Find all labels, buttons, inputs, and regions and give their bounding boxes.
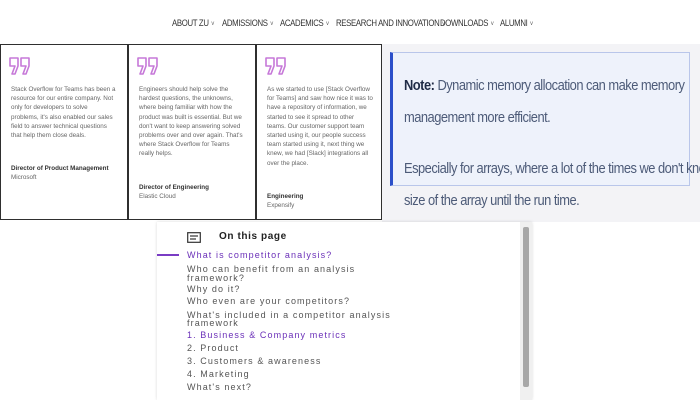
chevron-down-icon: ˅ xyxy=(325,21,329,28)
toc-item[interactable]: What is competitor analysis? xyxy=(187,251,332,260)
note-line: size of the array until the run time. xyxy=(404,192,580,209)
testimonial-card: Engineers should help solve the hardest q… xyxy=(128,44,256,220)
note-line: Especially for arrays, where a lot of th… xyxy=(404,160,700,177)
chevron-down-icon: ˅ xyxy=(211,21,215,28)
nav-item-about[interactable]: ABOUT ZU ˅ xyxy=(172,18,214,29)
chevron-down-icon: ˅ xyxy=(490,21,494,28)
testimonial-quote: Engineers should help solve the hardest q… xyxy=(139,86,243,158)
note-line: Note: Dynamic memory allocation can make… xyxy=(404,77,685,94)
testimonial-role: Engineering xyxy=(267,193,304,200)
nav-item-label: ACADEMICS xyxy=(280,18,324,29)
nav-item-research[interactable]: RESEARCH AND INNOVATION ˅ xyxy=(336,18,445,29)
quote-icon xyxy=(9,57,30,75)
nav-item-label: ALUMNI xyxy=(500,18,528,29)
testimonial-quote: Stack Overflow for Teams has been a resou… xyxy=(11,86,116,140)
quote-icon xyxy=(137,57,158,75)
testimonial-quote: As we started to use [Stack Overflow for … xyxy=(267,86,373,167)
chevron-down-icon: ˅ xyxy=(270,21,274,28)
toc-item[interactable]: 4. Marketing xyxy=(187,370,250,379)
testimonial-company: Elastic Cloud xyxy=(139,193,176,200)
note-line: management more efficient. xyxy=(404,109,551,126)
testimonial-role: Director of Engineering xyxy=(139,184,209,191)
quote-icon xyxy=(265,57,286,75)
nav-item-label: ADMISSIONS xyxy=(222,18,268,29)
toc-item[interactable]: framework xyxy=(187,319,239,328)
toc-item[interactable]: Who even are your competitors? xyxy=(187,297,350,306)
testimonial-card: As we started to use [Stack Overflow for … xyxy=(256,44,382,220)
toc-item[interactable]: Why do it? xyxy=(187,285,241,294)
list-icon xyxy=(187,232,201,243)
note-label: Note: xyxy=(404,77,435,94)
toc-item[interactable]: 3. Customers & awareness xyxy=(187,357,321,366)
top-navigation-bar: ABOUT ZU ˅ ADMISSIONS ˅ ACADEMICS ˅ RESEARC… xyxy=(0,0,700,44)
nav-item-label: ABOUT ZU xyxy=(172,18,209,29)
nav-item-academics[interactable]: ACADEMICS ˅ xyxy=(280,18,329,29)
toc-item[interactable]: framework? xyxy=(187,274,245,283)
testimonial-company: Expensify xyxy=(267,202,295,209)
nav-item-label: DOWNLOADS xyxy=(440,18,489,29)
nav-item-downloads[interactable]: DOWNLOADS ˅ xyxy=(440,18,494,29)
chevron-down-icon: ˅ xyxy=(529,21,533,28)
testimonial-role: Director of Product Management xyxy=(11,165,109,172)
toc-item[interactable]: What's next? xyxy=(187,383,252,392)
nav-item-alumni[interactable]: ALUMNI ˅ xyxy=(500,18,533,29)
note-panel: Note: Dynamic memory allocation can make… xyxy=(382,44,700,222)
toc-title: On this page xyxy=(219,231,287,242)
toc-item[interactable]: 2. Product xyxy=(187,344,239,353)
toc-item[interactable]: 1. Business & Company metrics xyxy=(187,331,346,340)
nav-item-admissions[interactable]: ADMISSIONS ˅ xyxy=(222,18,273,29)
nav-item-label: RESEARCH AND INNOVATION xyxy=(336,18,440,29)
scrollbar-thumb[interactable] xyxy=(523,227,529,387)
testimonial-company: Microsoft xyxy=(11,174,37,181)
toc-active-indicator xyxy=(157,254,179,256)
on-this-page-panel: On this page What is competitor analysis… xyxy=(157,222,532,400)
testimonial-card: Stack Overflow for Teams has been a resou… xyxy=(0,44,128,220)
